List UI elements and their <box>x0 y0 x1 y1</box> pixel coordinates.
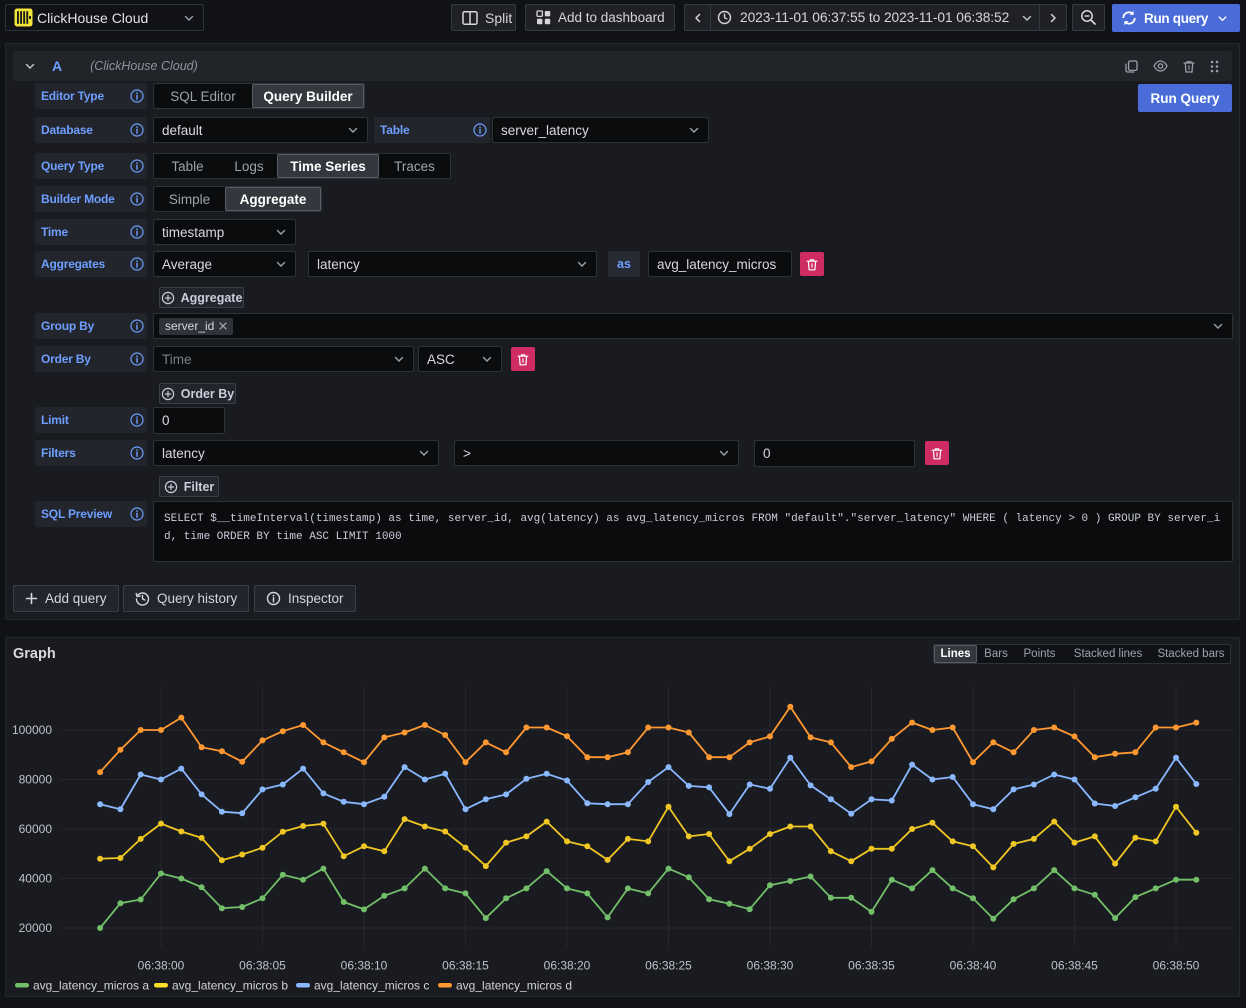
svg-text:06:38:40: 06:38:40 <box>950 959 997 973</box>
svg-text:06:38:15: 06:38:15 <box>442 959 489 973</box>
svg-text:60000: 60000 <box>19 822 53 836</box>
svg-text:avg_latency_micros b: avg_latency_micros b <box>172 979 288 993</box>
svg-text:06:38:30: 06:38:30 <box>747 959 794 973</box>
svg-text:06:38:00: 06:38:00 <box>138 959 185 973</box>
svg-text:avg_latency_micros d: avg_latency_micros d <box>456 979 572 993</box>
svg-text:avg_latency_micros a: avg_latency_micros a <box>33 979 149 993</box>
svg-text:06:38:35: 06:38:35 <box>848 959 895 973</box>
svg-text:avg_latency_micros c: avg_latency_micros c <box>314 979 429 993</box>
svg-text:06:38:10: 06:38:10 <box>341 959 388 973</box>
svg-text:40000: 40000 <box>19 872 53 886</box>
svg-text:06:38:25: 06:38:25 <box>645 959 692 973</box>
svg-text:80000: 80000 <box>19 773 53 787</box>
svg-text:100000: 100000 <box>12 723 52 737</box>
svg-text:06:38:05: 06:38:05 <box>239 959 286 973</box>
svg-text:20000: 20000 <box>19 921 53 935</box>
svg-text:06:38:50: 06:38:50 <box>1153 959 1200 973</box>
svg-text:06:38:20: 06:38:20 <box>544 959 591 973</box>
svg-text:06:38:45: 06:38:45 <box>1051 959 1098 973</box>
